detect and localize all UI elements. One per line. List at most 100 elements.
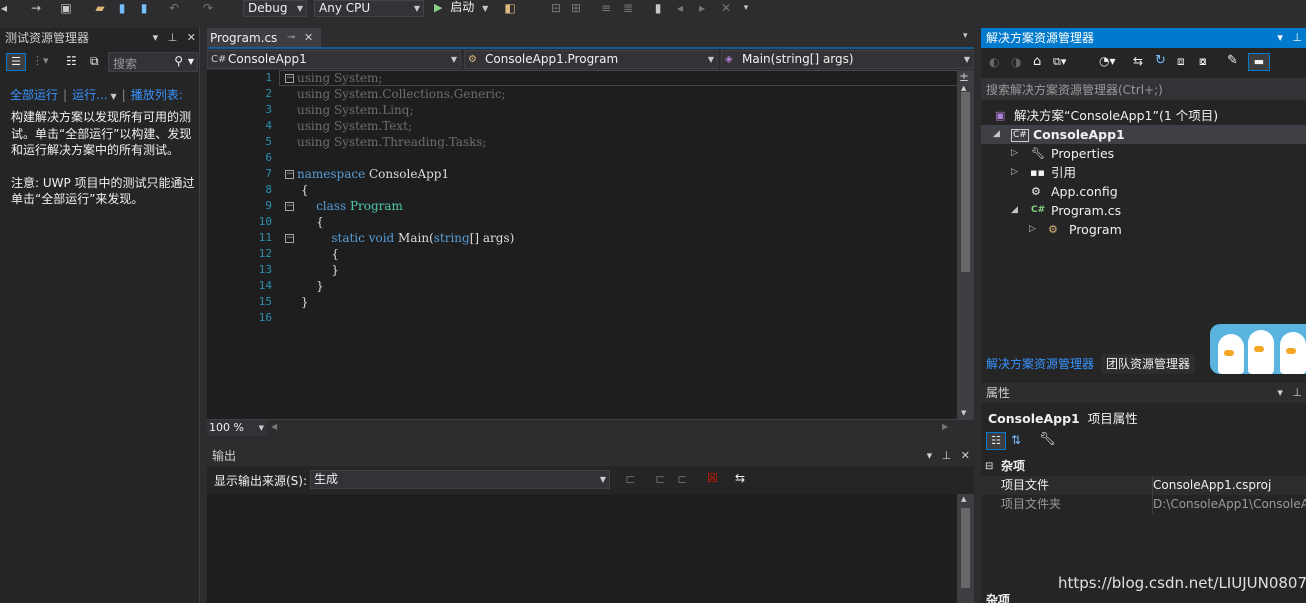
chevron-down-icon[interactable]: ▼ <box>111 92 117 101</box>
window-position-icon[interactable]: ▾ <box>1277 31 1283 44</box>
scroll-up-icon[interactable]: ▲ <box>961 84 966 92</box>
property-row[interactable]: 项目文件 ConsoleApp1.csproj <box>981 476 1306 495</box>
scrollbar-thumb[interactable] <box>961 508 970 588</box>
window-position-icon[interactable]: ▾ <box>153 31 159 44</box>
project-dropdown[interactable]: C# ConsoleApp1 ▼ <box>207 50 461 69</box>
code-text[interactable]: using System; using System.Collections.G… <box>297 70 514 310</box>
scrollbar-thumb[interactable] <box>961 92 970 272</box>
pin-icon[interactable]: ⊥ <box>168 31 178 44</box>
chevron-down-icon[interactable]: ▼ <box>188 57 194 66</box>
run-link[interactable]: 运行... <box>72 88 107 102</box>
new-project-icon[interactable]: ▣ <box>58 0 74 16</box>
class-dropdown[interactable]: ⚙ ConsoleApp1.Program ▼ <box>464 50 718 69</box>
collapse-all-icon[interactable]: ⧈ <box>1177 54 1185 69</box>
playlist-link[interactable]: 播放列表: <box>131 88 183 102</box>
group-by-icon[interactable]: ☰ <box>6 53 26 71</box>
collapse-icon[interactable]: ⊟ <box>985 457 993 476</box>
zoom-dropdown[interactable]: 100 % ▼ <box>207 420 267 436</box>
clear-bookmarks-icon[interactable]: ✕ <box>718 0 734 16</box>
output-text-area[interactable]: ▲ <box>207 494 974 603</box>
collapsed-arrow-icon[interactable]: ▷ <box>1011 163 1018 182</box>
start-button[interactable]: ▶ 启动 ▼ <box>434 0 488 17</box>
code-editor[interactable]: 1 2 3 4 5 6 7 8 9 10 11 12 13 14 15 16 − − − − using Sy… <box>207 70 974 419</box>
tab-team-explorer[interactable]: 团队资源管理器 <box>1101 354 1196 374</box>
run-all-link[interactable]: 全部运行 <box>10 88 58 102</box>
back-icon[interactable]: ◂ <box>0 0 12 16</box>
forward-icon[interactable]: → <box>28 0 44 16</box>
browser-link-icon[interactable]: ◧ <box>502 0 518 16</box>
collapsed-arrow-icon[interactable]: ▷ <box>1011 144 1018 163</box>
sync-icon[interactable]: ⇆ <box>1133 54 1143 68</box>
close-icon[interactable]: ✕ <box>961 449 970 462</box>
align-icon[interactable]: ⊟ <box>548 0 564 16</box>
prev-bookmark-icon[interactable]: ◂ <box>672 0 688 16</box>
fold-toggle-icon[interactable]: − <box>285 234 294 243</box>
next-message-icon[interactable]: ⊏ <box>677 472 687 486</box>
collapsed-arrow-icon[interactable]: ▷ <box>1029 220 1036 239</box>
back-icon[interactable]: ◐ <box>989 55 999 69</box>
save-all-icon[interactable]: ▮ <box>136 0 152 16</box>
scroll-left-icon[interactable]: ◀ <box>271 422 277 431</box>
scroll-right-icon[interactable]: ▶ <box>942 422 948 431</box>
next-bookmark-icon[interactable]: ▸ <box>694 0 710 16</box>
pin-icon[interactable]: ⊥ <box>1292 386 1302 399</box>
tab-program-cs[interactable]: Program.cs ⊸ ✕ <box>207 28 321 48</box>
property-row[interactable]: 项目文件夹 D:\ConsoleApp1\ConsoleA <box>981 495 1306 514</box>
clear-all-icon[interactable]: ☒ <box>707 471 718 485</box>
toolbar-overflow-icon[interactable]: ▾ <box>738 0 754 16</box>
pin-icon[interactable]: ⊥ <box>1292 31 1302 44</box>
window-position-icon[interactable]: ▾ <box>927 449 933 462</box>
close-icon[interactable]: ✕ <box>304 28 313 48</box>
open-folder-icon[interactable]: ▰ <box>92 0 108 16</box>
scroll-down-icon[interactable]: ▼ <box>961 409 966 417</box>
categorized-icon[interactable]: ☷ <box>986 432 1006 450</box>
expanded-arrow-icon[interactable]: ◢ <box>1011 201 1018 220</box>
scroll-up-icon[interactable]: ▲ <box>961 495 966 503</box>
tree-item-project[interactable]: ◢ C# ConsoleApp1 <box>981 125 1306 144</box>
property-pages-icon[interactable]: 🔧︎ <box>1039 432 1056 447</box>
tab-solution-explorer[interactable]: 解决方案资源管理器 <box>981 354 1100 374</box>
solution-search-input[interactable]: 搜索解决方案资源管理器(Ctrl+;) <box>981 78 1306 100</box>
properties-icon[interactable]: ✎ <box>1227 53 1238 68</box>
editor-vertical-scrollbar[interactable]: ± ▲ ▼ <box>957 70 974 419</box>
csharp-file-icon: C# <box>1031 205 1046 215</box>
playlist-icon[interactable]: ⧉ <box>90 54 99 69</box>
bookmark-icon[interactable]: ▮ <box>650 0 666 16</box>
switch-views-icon[interactable]: ⧉▾ <box>1053 55 1066 69</box>
find-message-icon[interactable]: ⊏ <box>625 472 635 486</box>
output-source-dropdown[interactable]: 生成 ▼ <box>310 470 610 489</box>
pin-icon[interactable]: ⊥ <box>942 449 952 462</box>
columns-icon[interactable]: ☷ <box>66 54 77 68</box>
save-icon[interactable]: ▮ <box>114 0 130 16</box>
tab-overflow-icon[interactable]: ▾ <box>963 31 968 41</box>
alphabetical-icon[interactable]: ⇅ <box>1011 433 1021 447</box>
close-icon[interactable]: ✕ <box>187 31 196 44</box>
fold-toggle-icon[interactable]: − <box>285 170 294 179</box>
fold-toggle-icon[interactable]: − <box>285 202 294 211</box>
home-icon[interactable]: ⌂ <box>1033 54 1041 69</box>
split-icon[interactable]: ± <box>959 70 969 84</box>
prev-message-icon[interactable]: ⊏ <box>655 472 665 486</box>
platform-dropdown[interactable]: Any CPU ▼ <box>314 0 424 17</box>
uncomment-icon[interactable]: ≣ <box>620 0 636 16</box>
distribute-icon[interactable]: ⊞ <box>568 0 584 16</box>
undo-icon[interactable]: ↶ <box>166 0 182 16</box>
member-dropdown[interactable]: ◈ Main(string[] args) ▼ <box>721 50 974 69</box>
refresh-icon[interactable]: ↻ <box>1155 53 1166 68</box>
expanded-arrow-icon[interactable]: ◢ <box>993 125 1000 144</box>
hierarchy-icon[interactable]: ⋮▾ <box>32 54 49 67</box>
redo-icon[interactable]: ↷ <box>200 0 216 16</box>
comment-icon[interactable]: ≡ <box>598 0 614 16</box>
test-search-input[interactable]: 搜索 ⚲ ▼ <box>108 52 198 72</box>
window-position-icon[interactable]: ▾ <box>1277 386 1283 399</box>
property-category-row[interactable]: ⊟ 杂项 <box>981 457 1306 476</box>
output-vertical-scrollbar[interactable]: ▲ <box>957 494 974 603</box>
preview-icon[interactable]: ▬ <box>1248 53 1270 71</box>
show-all-files-icon[interactable]: ⧇ <box>1199 54 1207 69</box>
pending-changes-icon[interactable]: ◔▾ <box>1099 54 1116 68</box>
word-wrap-icon[interactable]: ⇆ <box>735 471 745 485</box>
search-icon[interactable]: ⚲ <box>174 54 183 68</box>
pin-icon[interactable]: ⊸ <box>287 28 295 48</box>
configuration-dropdown[interactable]: Debug ▼ <box>243 0 307 17</box>
forward-icon[interactable]: ◑ <box>1011 55 1021 69</box>
